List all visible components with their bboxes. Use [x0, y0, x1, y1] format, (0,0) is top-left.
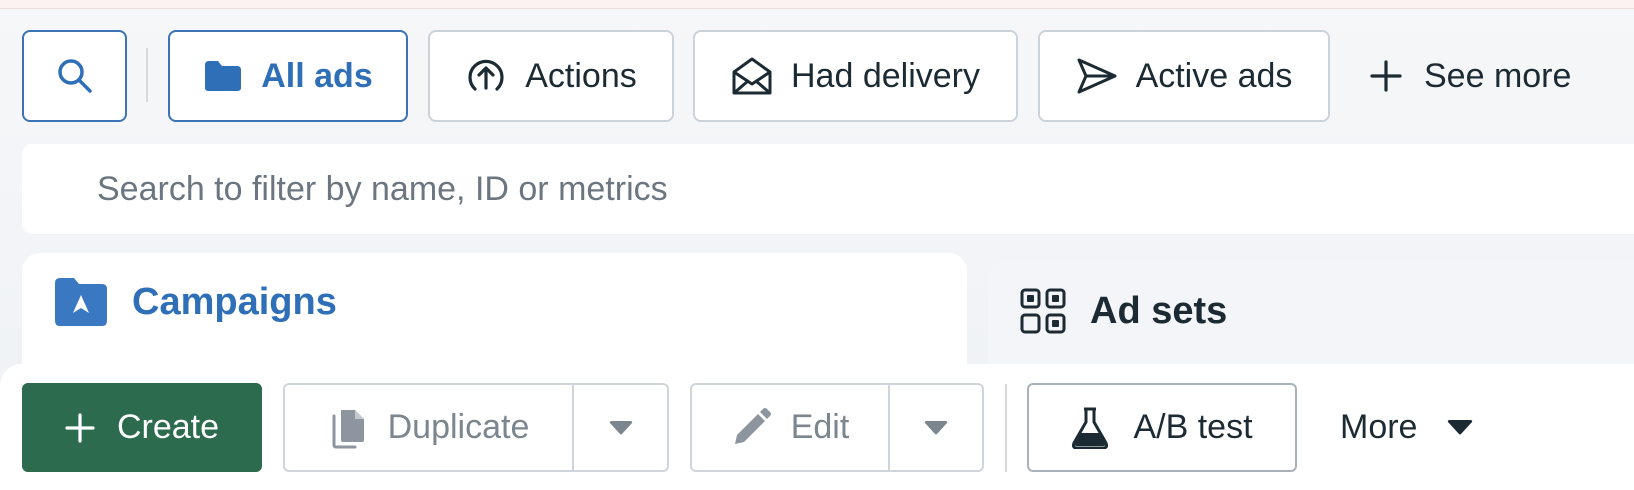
- search-input[interactable]: [22, 144, 1634, 234]
- toolbar-divider: [1005, 384, 1007, 472]
- more-button[interactable]: More: [1340, 383, 1520, 472]
- create-button[interactable]: Create: [22, 383, 262, 472]
- caret-down-icon: [924, 420, 948, 434]
- edit-split-button: Edit: [690, 383, 984, 472]
- duplicate-icon: [332, 409, 364, 448]
- upload-circle-icon: [468, 59, 504, 91]
- caret-down-icon: [609, 420, 632, 434]
- duplicate-label: Duplicate: [387, 408, 530, 446]
- see-more-filters-button[interactable]: See more: [1370, 30, 1634, 122]
- filter-chip-all-ads[interactable]: All ads: [168, 30, 408, 122]
- action-toolbar: Create Duplicate Edit A/B test More: [0, 364, 1634, 490]
- send-icon: [1077, 58, 1117, 94]
- pencil-icon: [734, 407, 771, 444]
- tab-ad-sets[interactable]: Ad sets: [1020, 288, 1227, 334]
- campaigns-title: Campaigns: [132, 280, 337, 323]
- edit-dropdown-button[interactable]: [888, 385, 982, 470]
- ad-sets-title: Ad sets: [1090, 289, 1228, 332]
- folder-icon: [205, 61, 242, 91]
- tab-campaigns[interactable]: Campaigns: [54, 277, 337, 327]
- create-label: Create: [116, 408, 220, 446]
- envelope-open-icon: [732, 57, 772, 95]
- filter-chip-label: Active ads: [1135, 56, 1293, 95]
- search-icon: [57, 59, 92, 93]
- edit-label: Edit: [790, 408, 850, 446]
- see-more-label: See more: [1424, 56, 1572, 95]
- flask-icon: [1072, 407, 1109, 449]
- duplicate-split-button: Duplicate: [283, 383, 669, 472]
- filter-chip-label: Had delivery: [791, 56, 980, 95]
- more-label: More: [1340, 408, 1418, 446]
- search-toggle-button[interactable]: [22, 30, 127, 122]
- filter-chip-label: Actions: [525, 56, 637, 95]
- filter-divider: [146, 48, 148, 102]
- filter-chip-actions[interactable]: Actions: [428, 30, 674, 122]
- caret-down-icon: [1448, 420, 1473, 435]
- grid-icon: [1020, 288, 1066, 334]
- filter-chip-had-delivery[interactable]: Had delivery: [693, 30, 1018, 122]
- plus-icon: [65, 412, 95, 443]
- edit-button[interactable]: Edit: [692, 385, 888, 470]
- duplicate-button[interactable]: Duplicate: [285, 385, 572, 470]
- filter-chip-active-ads[interactable]: Active ads: [1038, 30, 1330, 122]
- plus-icon: [1370, 60, 1402, 92]
- ab-test-label: A/B test: [1133, 408, 1253, 446]
- duplicate-dropdown-button[interactable]: [572, 385, 667, 470]
- window-top-strip: [0, 0, 1634, 9]
- campaign-folder-icon: [55, 278, 107, 326]
- filter-chip-label: All ads: [261, 56, 373, 95]
- ab-test-button[interactable]: A/B test: [1027, 383, 1297, 472]
